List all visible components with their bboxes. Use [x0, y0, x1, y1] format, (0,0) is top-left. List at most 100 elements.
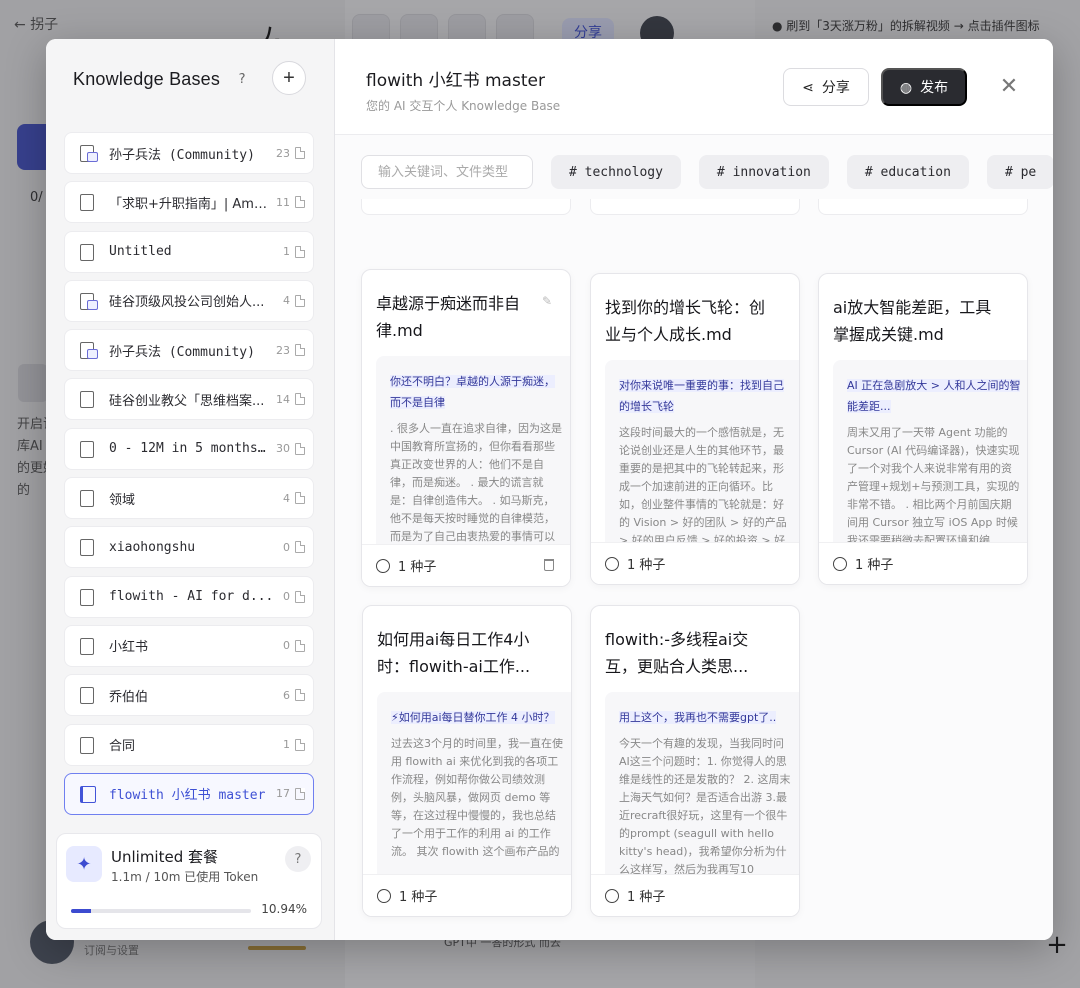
document-card[interactable]: 找到你的增长飞轮：创业与个人成长.md 对你来说唯一重要的事：找到自己的增长飞轮这… [590, 273, 800, 585]
sidebar-item-kb[interactable]: 小红书 0 [64, 624, 314, 667]
sidebar-item-kb[interactable]: 硅谷顶级风投公司创始人... 4 [64, 279, 314, 322]
sidebar-item-kb[interactable]: Untitled 1 [64, 230, 314, 273]
kb-item-label: Untitled [109, 244, 172, 260]
usage-percent: 10.94% [261, 902, 307, 916]
card-title: ai放大智能差距，工具掌握成关键.md [833, 298, 992, 344]
sidebar-item-kb[interactable]: 「求职+升职指南」| Amazon... 11 [64, 181, 314, 224]
card-peek [818, 199, 1028, 215]
seed-count: 1 种子 [398, 560, 437, 575]
document-card[interactable]: 如何用ai每日工作4小时：flowith-ai工作... ⚡如何用ai每日替你工作… [362, 605, 572, 917]
document-icon [295, 393, 305, 406]
book-icon [79, 637, 95, 655]
sidebar-item-kb[interactable]: 0 - 12M in 5 months... 30 [64, 427, 314, 470]
card-excerpt: 今天一个有趣的发现，当我同时问AI这三个问题时：1. 你觉得人的思维是线性的还是… [619, 737, 791, 874]
card-peek [361, 199, 571, 215]
book-icon [79, 538, 95, 557]
card-highlight: 对你来说唯一重要的事：找到自己的增长飞轮 [619, 379, 784, 413]
trash-icon[interactable] [544, 559, 554, 571]
plan-help-icon[interactable]: ? [285, 846, 311, 872]
kb-item-count: 0 [283, 590, 290, 604]
sidebar-item-kb[interactable]: xiaohongshu 0 [64, 526, 314, 569]
kb-item-label: 小红书 [109, 640, 149, 656]
help-icon[interactable]: ? [232, 69, 252, 89]
document-card[interactable]: flowith:-多线程ai交互，更贴合人类思... 用上这个，我再也不需要gpt… [590, 605, 800, 917]
search-input[interactable] [361, 155, 533, 189]
document-icon [295, 590, 305, 603]
share-button[interactable]: ⋖ 分享 [783, 68, 869, 106]
kb-item-label: xiaohongshu [109, 539, 196, 555]
seed-icon [833, 556, 847, 571]
document-icon [295, 344, 305, 357]
kb-main: flowith 小红书 master 您的 AI 交互个人 Knowledge … [335, 39, 1053, 940]
tag-chip[interactable]: # pe [986, 155, 1053, 189]
usage-progress-bar [71, 909, 251, 913]
sidebar-item-kb[interactable]: flowith - AI for d... 0 [64, 575, 314, 618]
kb-item-count: 0 [283, 540, 290, 554]
document-icon [295, 738, 305, 751]
kb-item-count: 23 [276, 343, 290, 357]
card-preview: 你还不明白？卓越的人源于痴迷，而不是自律 . 很多人一直在追求自律，因为这是中国教… [376, 356, 570, 544]
kb-item-count: 23 [276, 146, 290, 160]
card-footer: 1 种子 [591, 542, 799, 584]
kb-item-count: 30 [276, 442, 290, 456]
book-icon [79, 588, 95, 606]
publish-button[interactable]: ◍ 发布 [881, 68, 967, 106]
document-card[interactable]: ai放大智能差距，工具掌握成关键.md AI 正在急剧放大 > 人和人之间的智能差… [818, 273, 1028, 585]
add-kb-button[interactable]: + [272, 61, 306, 95]
seed-icon [605, 888, 619, 903]
kb-item-count: 11 [276, 195, 290, 209]
sidebar-item-kb[interactable]: 合同 1 [64, 723, 314, 766]
kb-item-label: 硅谷顶级风投公司创始人... [109, 295, 265, 311]
book-icon [79, 785, 96, 803]
kb-list: 孙子兵法 (Community)23 「求职+升职指南」| Amazon...11… [64, 132, 314, 822]
seed-icon [377, 888, 391, 903]
card-highlight: AI 正在急剧放大 > 人和人之间的智能差距... [847, 379, 1021, 413]
kb-item-label: 乔伯伯 [109, 689, 149, 705]
kb-sidebar: Knowledge Bases ? + 孙子兵法 (Community) 23 「求… [46, 39, 335, 940]
card-preview: ⚡如何用ai每日替你工作 4 小时？ 过去这3个月的时间里，我一直在使用 flow… [377, 692, 571, 874]
sidebar-item-kb[interactable]: 乔伯伯 6 [64, 674, 314, 717]
seed-icon [376, 558, 390, 573]
sidebar-item-kb[interactable]: 孙子兵法 (Community) 23 [64, 132, 314, 174]
seed-icon [605, 556, 619, 571]
card-footer: 1 种子 [819, 542, 1027, 584]
plan-card: ✦ Unlimited 套餐 1.1m / 10m 已使用 Token ? 10… [56, 833, 322, 929]
kb-item-count: 14 [276, 392, 290, 406]
document-icon [295, 245, 305, 258]
card-footer: 1 种子 [363, 874, 571, 916]
close-icon[interactable]: ✕ [994, 71, 1024, 101]
plan-usage: 1.1m / 10m 已使用 Token [111, 870, 259, 884]
card-preview: AI 正在急剧放大 > 人和人之间的智能差距... 周末又用了一天带 Agent … [833, 360, 1027, 542]
kb-item-count: 0 [283, 639, 290, 653]
document-card[interactable]: 卓越源于痴迷而非自律.md ✎ 你还不明白？卓越的人源于痴迷，而不是自律 . 很多人一… [361, 269, 571, 587]
tag-chip[interactable]: # innovation [698, 155, 829, 189]
community-book-icon [79, 341, 98, 360]
book-icon [79, 193, 95, 212]
community-book-icon [79, 292, 98, 310]
book-icon [79, 390, 95, 409]
kb-item-count: 4 [283, 294, 290, 308]
sidebar-item-kb[interactable]: 领域 4 [64, 477, 314, 520]
tag-chip[interactable]: # education [846, 155, 969, 189]
card-excerpt: 过去这3个月的时间里，我一直在使用 flowith ai 来优化到我的各项工作流… [391, 737, 563, 858]
document-icon [295, 639, 305, 652]
kb-item-label: flowith - AI for d... [109, 589, 274, 605]
kb-item-label: 合同 [109, 739, 136, 755]
edit-icon[interactable]: ✎ [542, 294, 552, 308]
card-excerpt: 周末又用了一天带 Agent 功能的 Cursor (AI 代码编译器)，快速实… [847, 426, 1020, 542]
kb-item-count: 1 [283, 245, 290, 259]
card-highlight: ⚡如何用ai每日替你工作 4 小时？ [391, 711, 555, 724]
book-icon [79, 243, 95, 261]
sidebar-item-kb[interactable]: flowith 小红书 master 17 [64, 772, 314, 815]
seed-count: 1 种子 [399, 890, 438, 905]
card-title: flowith:-多线程ai交互，更贴合人类思... [605, 630, 749, 676]
sidebar-item-kb[interactable]: 孙子兵法 (Community) 23 [64, 329, 314, 372]
plan-name: Unlimited 套餐 [111, 848, 218, 866]
sidebar-item-kb[interactable]: 硅谷创业教父「思维档案... 14 [64, 378, 314, 421]
document-icon [295, 492, 305, 505]
card-footer: 1 种子 [591, 874, 799, 916]
card-preview: 对你来说唯一重要的事：找到自己的增长飞轮这段时间最大的一个感悟就是，无论说创业还… [605, 360, 799, 542]
card-excerpt: 这段时间最大的一个感悟就是，无论说创业还是人生的其他环节，最重要的是把其中的飞轮… [619, 426, 787, 542]
card-footer: 1 种子 [362, 544, 570, 586]
tag-chip[interactable]: # technology [551, 155, 681, 189]
